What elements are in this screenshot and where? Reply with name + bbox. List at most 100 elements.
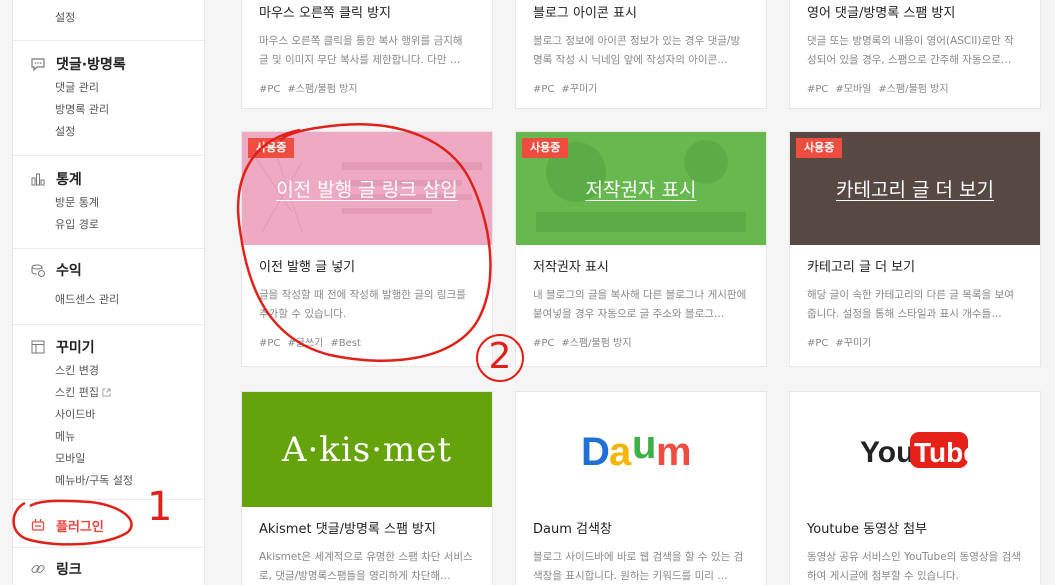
sidebar-item-menubar[interactable]: 메뉴바/구독 설정 [13,470,204,492]
plugin-icon [29,516,47,534]
svg-text:u: u [632,425,656,467]
plugin-card[interactable]: You Tube Youtube 동영상 첨부 동영상 공유 서비스인 YouT… [789,391,1041,585]
plugin-card[interactable]: D a u m Daum 검색창 블로그 사이드바에 바로 웹 검색을 할 수 … [515,391,767,585]
card-desc: 댓글 또는 방명록의 내용이 영어(ASCII)로만 작성되어 있을 경우, 스… [807,35,1014,66]
sidebar-group-plugin: 플러그인 [13,512,204,538]
card-thumbnail: 이전 발행 글 링크 삽입 사용중 [242,132,492,245]
svg-text:Tube: Tube [914,437,970,468]
divider [13,547,204,548]
sidebar-item-plugin[interactable]: 플러그인 [13,512,204,538]
card-tags: #PC #스팸/불펌 방지 [259,80,475,95]
sidebar-group-comments: 댓글·방명록 댓글 관리 방명록 관리 설정 [13,51,204,143]
plugin-card[interactable]: 저작권자 표시 사용중 저작권자 표시 내 블로그의 글을 복사해 다른 블로그… [515,131,767,367]
divider [13,324,204,325]
card-title: Akismet 댓글/방명록 스팸 방지 [259,522,436,537]
sidebar-item-link[interactable]: 링크 [13,556,204,582]
layout-icon [29,338,47,356]
plugin-card[interactable]: 마우스 오른쪽 클릭 방지 마우스 오른쪽 클릭을 통한 복사 행위를 금지해 … [241,0,493,109]
daum-logo-mark: D a u m [581,425,692,474]
tag: #PC [533,84,555,95]
sidebar-group-title[interactable]: 수익 [13,257,204,283]
card-title: 블로그 아이콘 표시 [533,6,637,21]
svg-text:m: m [656,430,692,474]
sidebar-group-label: 통계 [56,172,82,188]
sidebar-group-title[interactable]: 꾸미기 [13,334,204,360]
card-desc: Akismet은 세계적으로 유명한 스팸 차단 서비스로, 댓글/방명록스팸들… [259,551,473,582]
sidebar-plugin-label: 플러그인 [56,519,104,535]
tag: #PC [807,84,829,95]
plugin-card[interactable]: 이전 발행 글 링크 삽입 사용중 이전 발행 글 넣기 글을 작성할 때 전에… [241,131,493,367]
akismet-logo-text: A·kis·met [281,429,453,470]
divider [13,40,204,41]
link-icon [29,560,47,578]
sidebar-group-title[interactable]: 댓글·방명록 [13,51,204,77]
sidebar-item-skin-edit[interactable]: 스킨 편집 [13,382,204,404]
tag: #모바일 [835,84,872,95]
card-tags: #PC #스팸/불펌 방지 [533,334,749,349]
plugin-card[interactable]: A·kis·met Akismet 댓글/방명록 스팸 방지 Akismet은 … [241,391,493,585]
svg-text:You: You [860,436,914,469]
sidebar-group-link: 링크 [13,556,204,582]
card-title: Daum 검색창 [533,522,612,537]
card-tags: #PC #꾸미기 [807,334,1023,349]
sidebar-item-guestbook-manage[interactable]: 방명록 관리 [13,99,204,121]
card-desc: 내 블로그의 글을 복사해 다른 블로그나 게시판에 붙여넣을 경우 자동으로 … [533,289,747,320]
comment-icon [29,55,47,73]
card-tags: #PC #모바일 #스팸/불펌 방지 [807,80,1023,95]
card-title: 이전 발행 글 넣기 [259,260,356,275]
sidebar-item-adsense[interactable]: 애드센스 관리 [13,289,204,311]
youtube-logo: You Tube [790,392,1040,507]
tag: #스팸/불펌 방지 [287,84,358,95]
card-thumbnail: 카테고리 글 더 보기 사용중 [790,132,1040,245]
tag: #PC [259,84,281,95]
tag: #꾸미기 [561,84,598,95]
sidebar-item-comment-settings[interactable]: 설정 [13,121,204,143]
akismet-logo: A·kis·met [242,392,492,507]
plugin-card[interactable]: 영어 댓글/방명록 스팸 방지 댓글 또는 방명록의 내용이 영어(ASCII)… [789,0,1041,109]
svg-text:a: a [609,430,632,474]
card-desc: 마우스 오른쪽 클릭을 통한 복사 행위를 금지해 글 및 이미지 무단 복사를… [259,35,463,66]
card-title: 카테고리 글 더 보기 [807,260,916,275]
card-desc: 동영상 공유 서비스인 YouTube의 동영상을 검색하여 게시글에 첨부할 … [807,551,1021,582]
daum-logo: D a u m [516,392,766,507]
tag: #스팸/불펌 방지 [561,338,632,349]
divider [13,248,204,249]
plugin-card[interactable]: 카테고리 글 더 보기 사용중 카테고리 글 더 보기 해당 글이 속한 카테고… [789,131,1041,367]
sidebar-group-label: 수익 [56,263,82,279]
sidebar-group-title[interactable]: 통계 [13,166,204,192]
card-title: 저작권자 표시 [533,260,609,275]
divider [13,499,204,500]
card-title: 마우스 오른쪽 클릭 방지 [259,6,391,21]
coins-icon [29,261,47,279]
tag: #스팸/불펌 방지 [878,84,949,95]
sidebar-item-menu[interactable]: 메뉴 [13,426,204,448]
tag: #PC [807,338,829,349]
sidebar-item-mobile[interactable]: 모바일 [13,448,204,470]
sidebar-item-skin-change[interactable]: 스킨 변경 [13,360,204,382]
youtube-logo-mark: You Tube [860,431,970,469]
bar-chart-icon [29,170,47,188]
sidebar-item-sidebar[interactable]: 사이드바 [13,404,204,426]
sidebar-group-revenue: 수익 애드센스 관리 [13,257,204,311]
plugin-card[interactable]: 블로그 아이콘 표시 블로그 정보에 아이콘 정보가 있는 경우 댓글/방명록 … [515,0,767,109]
card-title: Youtube 동영상 첨부 [807,522,928,537]
external-link-icon [102,388,111,397]
sidebar-item-visit-stats[interactable]: 방문 통계 [13,192,204,214]
card-thumbnail: 저작권자 표시 사용중 [516,132,766,245]
sidebar-group-label: 꾸미기 [56,340,95,356]
card-tags: #PC #꾸미기 [533,80,749,95]
sidebar-item-settings-top[interactable]: 설정 [13,7,75,29]
tag: #PC [533,338,555,349]
sidebar: 설정 댓글·방명록 댓글 관리 방명록 관리 설정 통계 방문 통계 유입 경로 [12,0,205,585]
card-title: 영어 댓글/방명록 스팸 방지 [807,6,956,21]
svg-text:D: D [581,430,610,474]
sidebar-item-comment-manage[interactable]: 댓글 관리 [13,77,204,99]
tag: #글쓰기 [287,338,324,349]
sidebar-group-label: 댓글·방명록 [56,57,126,73]
sidebar-item-referrers[interactable]: 유입 경로 [13,214,204,236]
divider [13,155,204,156]
card-desc: 블로그 사이드바에 바로 웹 검색을 할 수 있는 검색창을 표시합니다. 원하… [533,551,744,582]
in-use-badge: 사용중 [796,138,843,158]
in-use-badge: 사용중 [248,138,295,158]
sidebar-group-customize: 꾸미기 스킨 변경 스킨 편집 사이드바 메뉴 모바일 메뉴바/구독 설정 [13,334,204,492]
